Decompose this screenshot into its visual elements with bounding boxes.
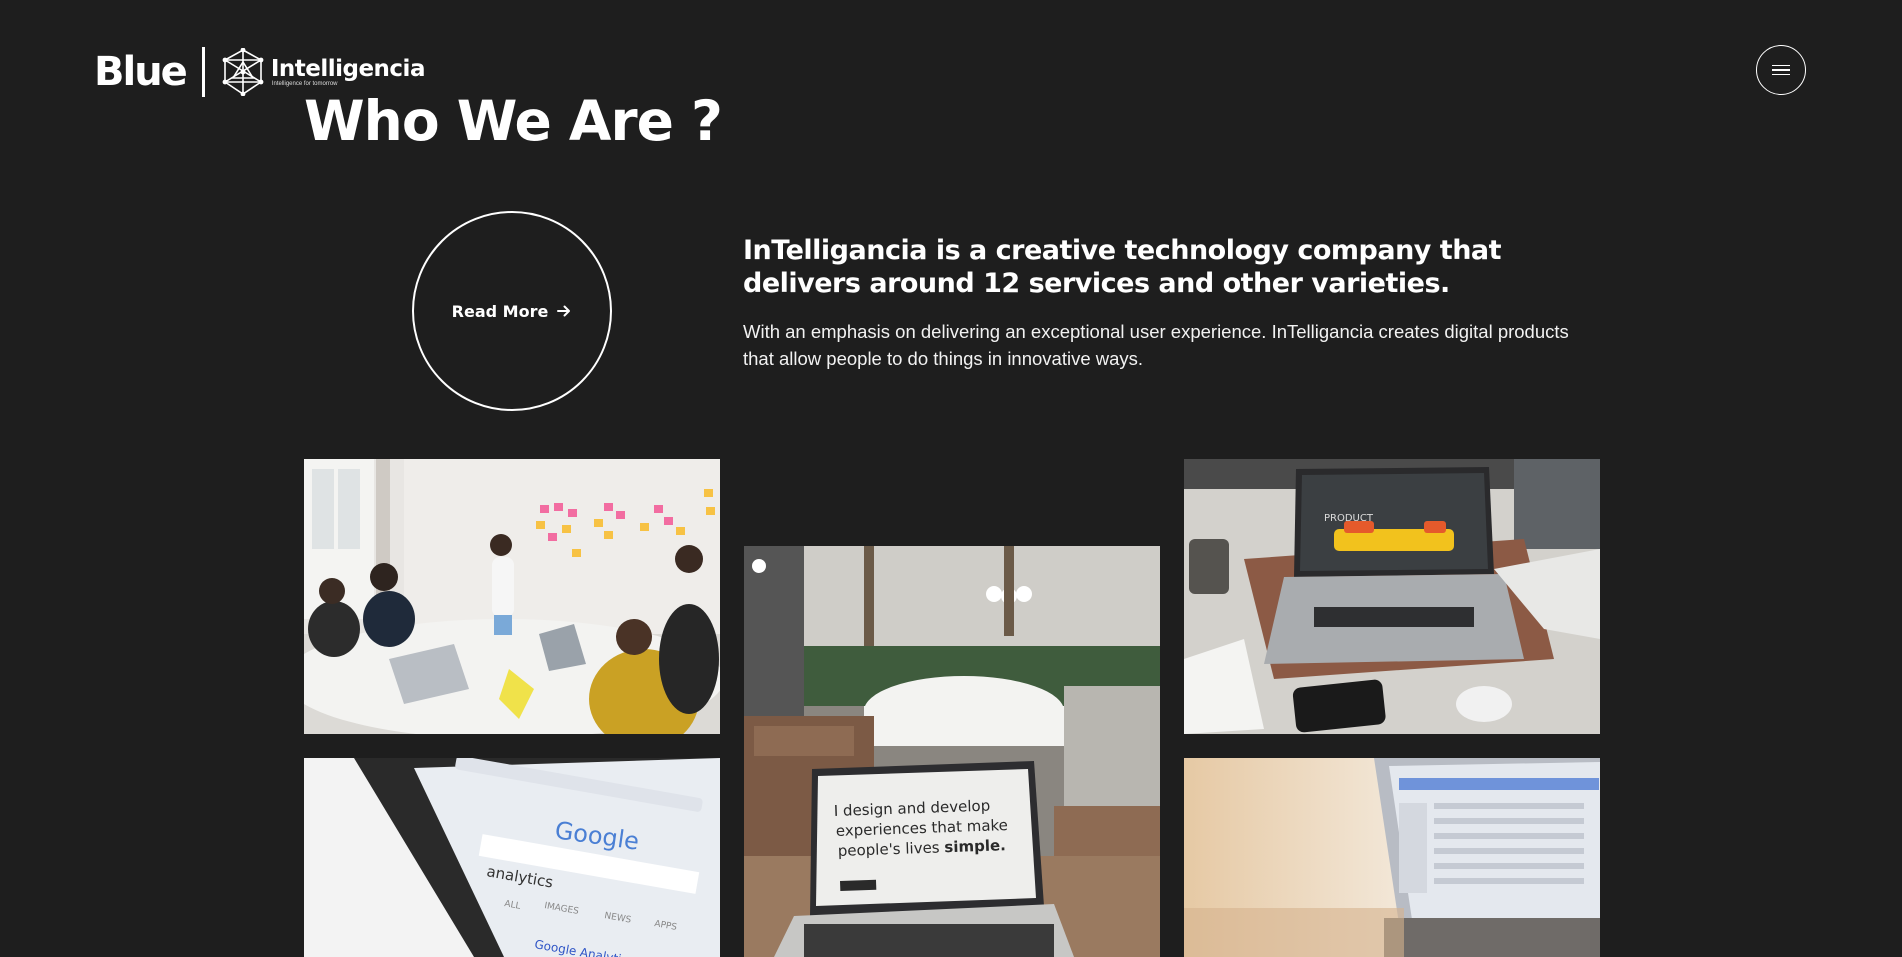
logo-blue-text: Blue (94, 49, 188, 95)
hamburger-icon-line (1772, 69, 1790, 71)
cafe-laptop-photo: I design and develop experiences that ma… (744, 546, 1160, 957)
intro-heading: InTelligancia is a creative technology c… (743, 235, 1502, 299)
page-title: Who We Are ? (304, 89, 723, 153)
hamburger-icon-line (1772, 64, 1790, 67)
google-search-phone-photo: Google analytics ALL IMAGES NEWS APPS Go… (304, 758, 720, 957)
intro-section: InTelligancia is a creative technology c… (743, 234, 1603, 372)
read-more-label: Read More (451, 301, 549, 321)
menu-button[interactable] (1756, 45, 1806, 95)
logo-divider (201, 47, 205, 97)
laptop-product-photo: PRODUCT (1184, 459, 1600, 734)
laptop-screen-emphasis: simple. (944, 836, 1006, 856)
arrow-right-icon (557, 305, 571, 317)
network-logo-icon (222, 48, 264, 96)
intro-body: With an emphasis on delivering an except… (743, 321, 1569, 369)
laptop-screen-line3: people's lives (838, 838, 941, 860)
logo-intelligencia: Intelligencia Intelligence for tomorrow (270, 56, 426, 87)
logo-intelligencia-name: Intelligencia (270, 56, 426, 82)
read-more-button[interactable]: Read More (412, 211, 612, 411)
hamburger-icon-line (1772, 73, 1790, 76)
blurred-laptop-photo (1184, 758, 1600, 957)
team-meeting-photo (304, 459, 720, 734)
